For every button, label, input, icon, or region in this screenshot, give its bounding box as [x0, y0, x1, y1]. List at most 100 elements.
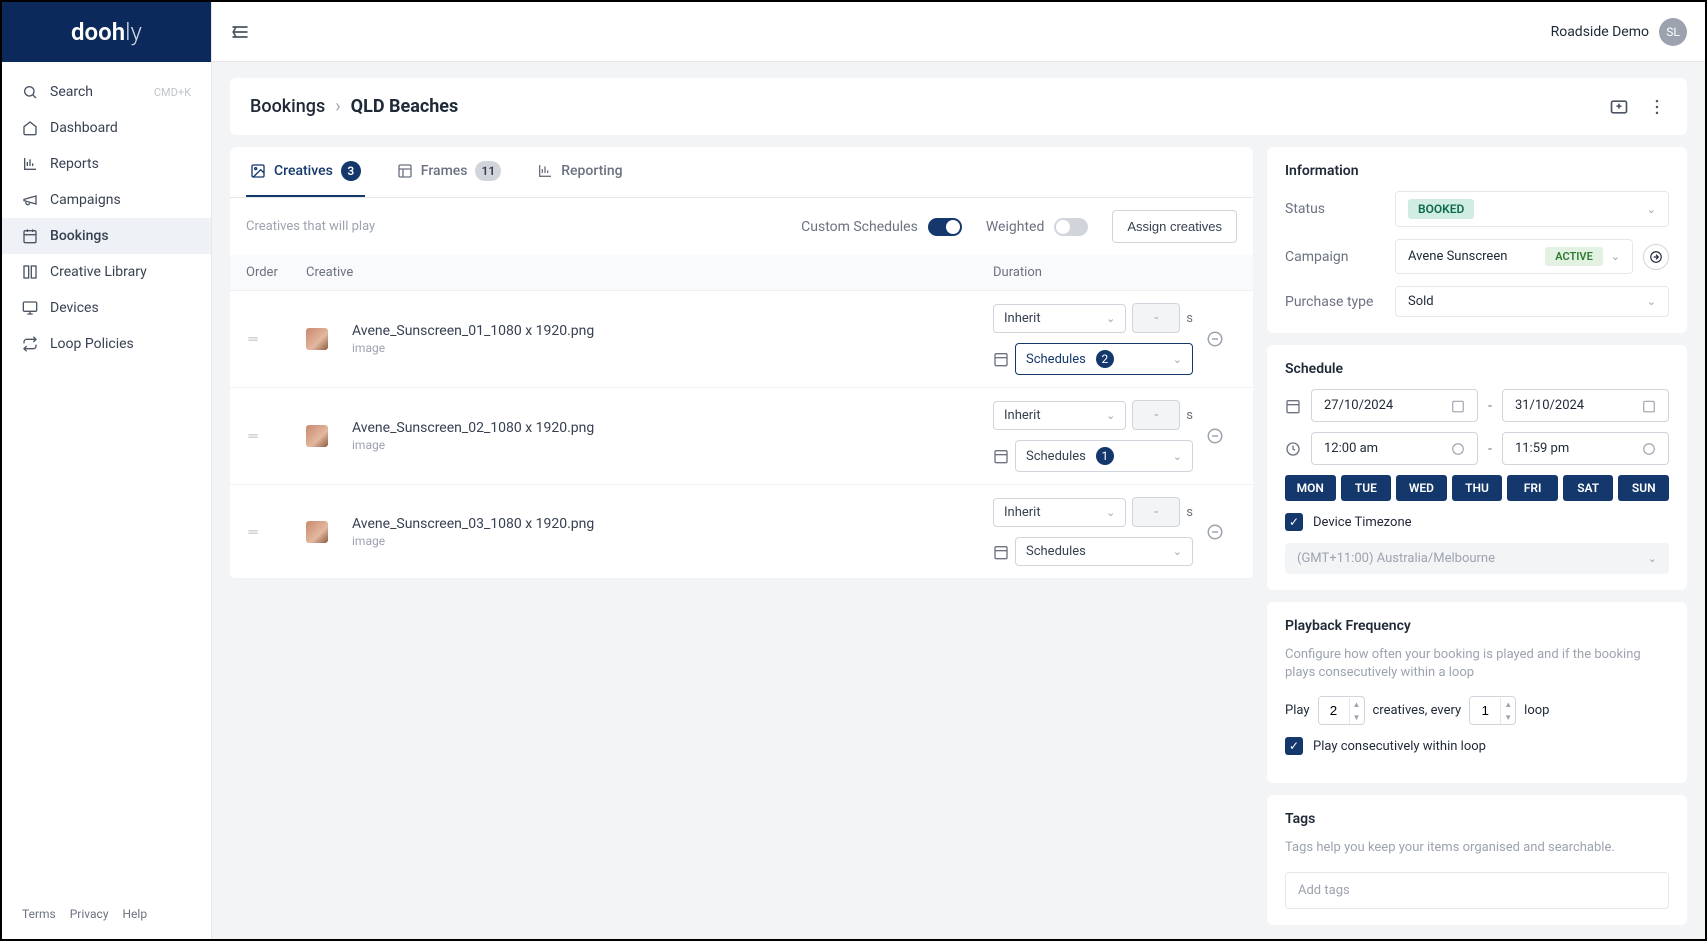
date-to-input[interactable]: 31/10/2024	[1502, 389, 1669, 422]
assign-creatives-button[interactable]: Assign creatives	[1112, 210, 1237, 243]
drag-handle-icon[interactable]	[246, 525, 306, 539]
footer-link-terms[interactable]: Terms	[22, 907, 56, 921]
duration-value-input[interactable]: -	[1132, 303, 1180, 333]
chevron-down-icon: ⌄	[1647, 203, 1656, 216]
creatives-icon	[250, 163, 266, 179]
campaign-select[interactable]: Avene Sunscreen ACTIVE ⌄	[1395, 239, 1633, 274]
playback-description: Configure how often your booking is play…	[1285, 646, 1669, 682]
schedules-button[interactable]: Schedules 2 ⌄	[1015, 343, 1193, 375]
tab-frames[interactable]: Frames 11	[393, 147, 505, 197]
day-toggle-tue[interactable]: TUE	[1341, 475, 1392, 501]
user-menu[interactable]: Roadside Demo SL	[1551, 18, 1687, 46]
play-consecutive-label: Play consecutively within loop	[1313, 739, 1486, 754]
panel-title: Schedule	[1285, 361, 1669, 377]
creative-thumbnail[interactable]	[306, 521, 328, 543]
schedule-panel: Schedule 27/10/2024 -	[1267, 345, 1687, 590]
home-icon	[22, 120, 38, 136]
creative-filename: Avene_Sunscreen_03_1080 x 1920.png	[352, 516, 594, 532]
device-timezone-checkbox[interactable]: ✓	[1285, 513, 1303, 531]
duration-mode-select[interactable]: Inherit ⌄	[993, 304, 1126, 333]
more-menu-icon[interactable]	[1647, 97, 1667, 117]
sidebar-item-loop-policies[interactable]: Loop Policies	[2, 326, 211, 362]
nav-collapse-button[interactable]	[230, 22, 250, 42]
chevron-down-icon: ⌄	[1106, 506, 1115, 519]
time-from-input[interactable]: 12:00 am	[1311, 432, 1478, 465]
custom-schedules-label: Custom Schedules	[801, 219, 918, 235]
purchase-type-select[interactable]: Sold ⌄	[1395, 286, 1669, 317]
duration-value-input[interactable]: -	[1132, 400, 1180, 430]
day-toggle-thu[interactable]: THU	[1452, 475, 1503, 501]
export-icon[interactable]	[1609, 97, 1629, 117]
clock-icon	[1285, 441, 1301, 457]
timezone-select[interactable]: (GMT+11:00) Australia/Melbourne ⌄	[1285, 543, 1669, 574]
remove-row-icon[interactable]	[1206, 330, 1224, 348]
creative-thumbnail[interactable]	[306, 328, 328, 350]
sidebar-item-label: Search	[50, 84, 93, 100]
clock-picker-icon	[1451, 442, 1465, 456]
status-select[interactable]: BOOKED ⌄	[1395, 191, 1669, 227]
field-label-purchase: Purchase type	[1285, 294, 1395, 310]
tab-creatives[interactable]: Creatives 3	[246, 147, 365, 197]
creatives-count-stepper[interactable]: ▲▼	[1318, 696, 1365, 725]
day-toggle-fri[interactable]: FRI	[1507, 475, 1558, 501]
stepper-down-icon[interactable]: ▼	[1501, 711, 1515, 724]
column-header-duration: Duration	[993, 265, 1193, 280]
chevron-down-icon: ⌄	[1106, 312, 1115, 325]
duration-unit: s	[1186, 505, 1193, 520]
tab-reporting[interactable]: Reporting	[533, 147, 626, 197]
day-toggle-sat[interactable]: SAT	[1563, 475, 1614, 501]
sidebar-item-dashboard[interactable]: Dashboard	[2, 110, 211, 146]
sidebar-item-search[interactable]: Search CMD+K	[2, 74, 211, 110]
tab-label: Reporting	[561, 163, 622, 179]
schedules-button[interactable]: Schedules 1 ⌄	[1015, 440, 1193, 472]
calendar-picker-icon	[1451, 399, 1465, 413]
drag-handle-icon[interactable]	[246, 332, 306, 346]
schedules-button[interactable]: Schedules ⌄	[1015, 537, 1193, 566]
chart-icon	[22, 156, 38, 172]
panel-title: Information	[1285, 163, 1669, 179]
chevron-down-icon: ⌄	[1173, 545, 1182, 558]
loop-count-stepper[interactable]: ▲▼	[1469, 696, 1516, 725]
footer-link-privacy[interactable]: Privacy	[70, 907, 109, 921]
sidebar-item-devices[interactable]: Devices	[2, 290, 211, 326]
footer-link-help[interactable]: Help	[123, 907, 148, 921]
duration-mode-select[interactable]: Inherit ⌄	[993, 401, 1126, 430]
day-toggle-wed[interactable]: WED	[1396, 475, 1447, 501]
open-campaign-icon[interactable]	[1643, 244, 1669, 270]
tab-label: Creatives	[274, 163, 333, 179]
sidebar-item-campaigns[interactable]: Campaigns	[2, 182, 211, 218]
duration-unit: s	[1186, 311, 1193, 326]
breadcrumb: Bookings › QLD Beaches	[250, 96, 458, 117]
library-icon	[22, 264, 38, 280]
remove-row-icon[interactable]	[1206, 427, 1224, 445]
sidebar-item-creative-library[interactable]: Creative Library	[2, 254, 211, 290]
day-toggle-sun[interactable]: SUN	[1618, 475, 1669, 501]
date-from-input[interactable]: 27/10/2024	[1311, 389, 1478, 422]
sidebar-item-bookings[interactable]: Bookings	[2, 218, 211, 254]
stepper-up-icon[interactable]: ▲	[1350, 698, 1364, 711]
day-toggle-mon[interactable]: MON	[1285, 475, 1336, 501]
creative-type: image	[352, 438, 594, 452]
weighted-toggle[interactable]	[1054, 218, 1088, 236]
remove-row-icon[interactable]	[1206, 523, 1224, 541]
breadcrumb-root[interactable]: Bookings	[250, 96, 325, 117]
play-consecutive-checkbox[interactable]: ✓	[1285, 737, 1303, 755]
drag-handle-icon[interactable]	[246, 429, 306, 443]
chevron-down-icon: ⌄	[1648, 552, 1657, 565]
breadcrumb-current: QLD Beaches	[351, 96, 459, 117]
user-name-label: Roadside Demo	[1551, 24, 1649, 40]
creative-thumbnail[interactable]	[306, 425, 328, 447]
calendar-small-icon	[993, 351, 1009, 367]
duration-value-input[interactable]: -	[1132, 497, 1180, 527]
tab-count-badge: 3	[341, 161, 361, 181]
creative-row: Avene_Sunscreen_02_1080 x 1920.png image…	[230, 388, 1253, 485]
clock-picker-icon	[1642, 442, 1656, 456]
duration-mode-select[interactable]: Inherit ⌄	[993, 498, 1126, 527]
stepper-down-icon[interactable]: ▼	[1350, 711, 1364, 724]
time-to-input[interactable]: 11:59 pm	[1502, 432, 1669, 465]
sidebar-footer: Terms Privacy Help	[2, 895, 211, 939]
sidebar-item-reports[interactable]: Reports	[2, 146, 211, 182]
custom-schedules-toggle[interactable]	[928, 218, 962, 236]
stepper-up-icon[interactable]: ▲	[1501, 698, 1515, 711]
tags-input[interactable]: Add tags	[1285, 872, 1669, 909]
